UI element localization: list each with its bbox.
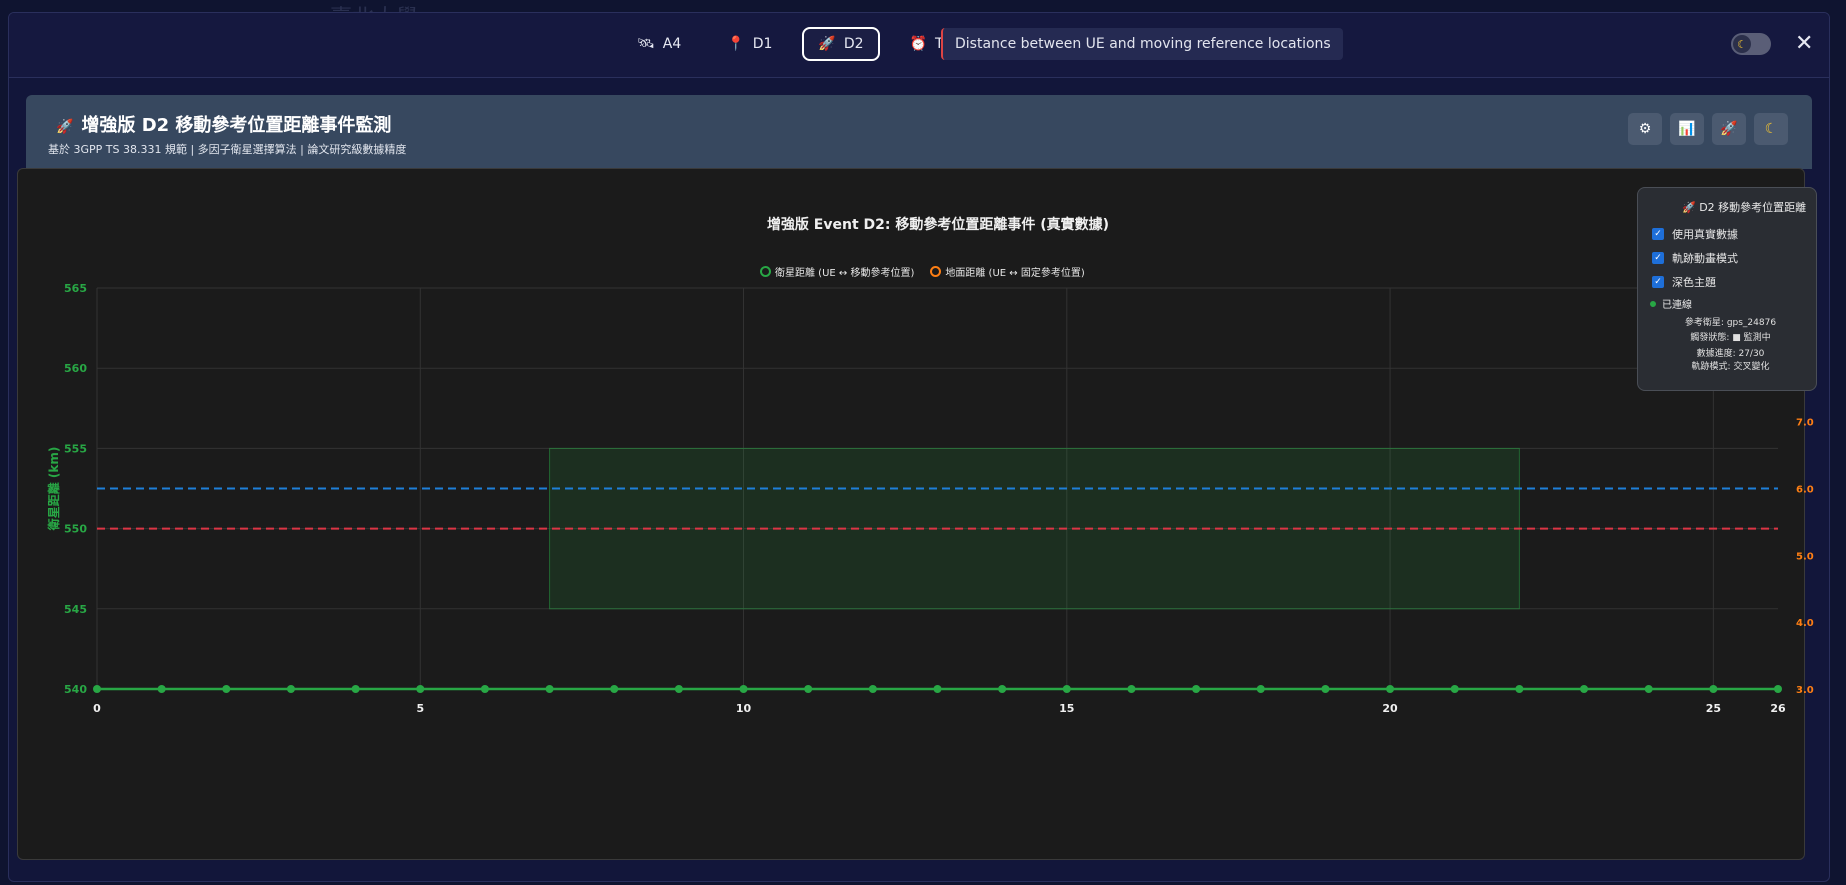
- option-label: 軌跡動畫模式: [1672, 252, 1738, 265]
- y-tick-label-left: 565: [64, 282, 87, 295]
- checkbox-trajectory-animation[interactable]: ✓: [1652, 252, 1664, 264]
- data-point: [804, 685, 813, 693]
- data-point: [1515, 685, 1524, 693]
- data-point: [1450, 685, 1459, 693]
- data-point: [222, 685, 231, 693]
- y-tick-label-left: 545: [64, 603, 87, 616]
- y-tick-label-left: 560: [64, 362, 87, 375]
- data-point: [93, 685, 101, 693]
- side-panel: 🚀 D2 移動參考位置距離 ✓ 使用真實數據 ✓ 軌跡動畫模式 ✓ 深色主題 已…: [1637, 187, 1817, 391]
- data-point: [157, 685, 166, 693]
- checkbox-real-data[interactable]: ✓: [1652, 228, 1664, 240]
- data-point: [1580, 685, 1589, 693]
- y-tick-label-right: 5.0: [1796, 551, 1814, 562]
- x-tick-label: 0: [93, 702, 101, 715]
- data-point: [351, 685, 360, 693]
- data-point: [1386, 685, 1395, 693]
- data-point: [933, 685, 942, 693]
- data-point: [1709, 685, 1718, 693]
- d2-chart: 540 545 550 555 560 565 0 5 10 15 20 25 26 3.0 4.0 5.0 6…: [46, 282, 1814, 715]
- checkbox-dark-theme[interactable]: ✓: [1652, 276, 1664, 288]
- data-point: [480, 685, 489, 693]
- data-point: [674, 685, 683, 693]
- trajectory-mode: 軌跡模式: 交叉變化: [1691, 362, 1770, 372]
- data-point: [545, 685, 554, 693]
- data-point: [1192, 685, 1201, 693]
- data-point: [868, 685, 877, 693]
- data-point: [1774, 685, 1782, 693]
- y-tick-label-left: 555: [64, 442, 87, 455]
- y-tick-label-right: 6.0: [1796, 485, 1814, 496]
- y-tick-label-left: 540: [64, 683, 87, 696]
- data-point: [1127, 685, 1136, 693]
- y-tick-label-left: 550: [64, 523, 87, 536]
- data-point: [286, 685, 295, 693]
- data-progress: 數據進度: 27/30: [1696, 349, 1765, 359]
- option-real-data[interactable]: ✓ 使用真實數據: [1652, 226, 1738, 242]
- data-point: [610, 685, 619, 693]
- option-label: 使用真實數據: [1672, 228, 1738, 241]
- status-dot: [1650, 300, 1656, 307]
- x-tick-label: 20: [1382, 702, 1398, 715]
- y-tick-label-right: 3.0: [1796, 685, 1814, 696]
- data-point: [1321, 685, 1330, 693]
- y-tick-label-right: 4.0: [1796, 618, 1814, 629]
- side-panel-title: 🚀 D2 移動參考位置距離: [1682, 201, 1807, 214]
- x-tick-label: 5: [416, 702, 424, 715]
- y-axis-label-left: 衛星距離 (km): [46, 447, 61, 532]
- data-point: [739, 685, 748, 693]
- option-label: 深色主題: [1672, 276, 1716, 289]
- option-dark-theme[interactable]: ✓ 深色主題: [1652, 274, 1716, 290]
- x-tick-label: 25: [1706, 702, 1721, 715]
- trigger-status: 觸發狀態: ■ 監測中: [1690, 333, 1771, 343]
- connection-label: 已連線: [1662, 300, 1692, 311]
- data-point: [1256, 685, 1265, 693]
- data-point: [998, 685, 1007, 693]
- data-point: [1062, 685, 1071, 693]
- option-trajectory-animation[interactable]: ✓ 軌跡動畫模式: [1652, 250, 1738, 266]
- side-panel-title-text: D2 移動參考位置距離: [1699, 201, 1807, 214]
- data-point: [416, 685, 425, 693]
- y-tick-label-right: 7.0: [1796, 418, 1814, 429]
- x-tick-label: 15: [1059, 702, 1074, 715]
- connection-status: 已連線: [1650, 296, 1692, 311]
- reference-satellite: 參考衛星: gps_24876: [1684, 318, 1777, 328]
- data-point: [1644, 685, 1653, 693]
- x-tick-label: 10: [736, 702, 752, 715]
- x-tick-label: 26: [1770, 702, 1786, 715]
